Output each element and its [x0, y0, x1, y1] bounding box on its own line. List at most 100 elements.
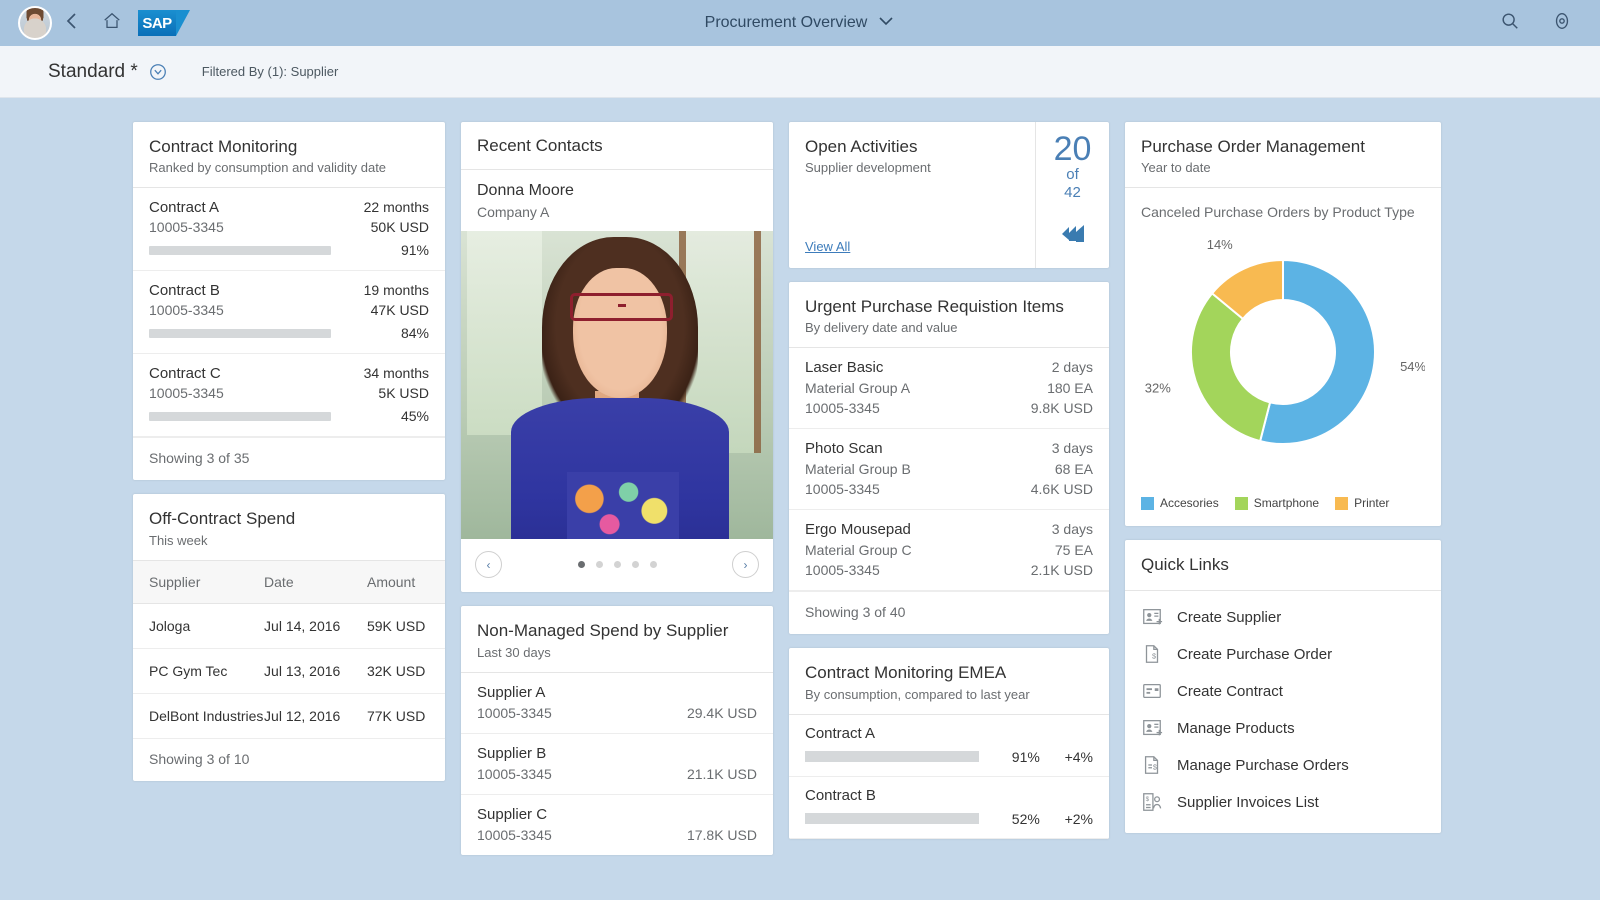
donut-slice[interactable] — [1190, 292, 1272, 443]
table-row[interactable]: Jologa Jul 14, 2016 59K USD — [133, 603, 445, 649]
contract-delta: +4% — [1064, 748, 1093, 765]
avatar[interactable] — [18, 6, 52, 40]
back-button[interactable] — [52, 3, 92, 43]
item-name: Laser Basic — [805, 359, 884, 377]
item-qty: 180 EA — [1047, 380, 1093, 397]
column-header-date[interactable]: Date — [264, 559, 367, 604]
card-icon — [1141, 680, 1163, 702]
donut-slice-label: 32% — [1145, 381, 1171, 396]
card-footer-count: Showing 3 of 10 — [149, 750, 250, 767]
quick-link-supplier-invoices-list[interactable]: $ Supplier Invoices List — [1125, 784, 1441, 821]
list-item[interactable]: Ergo Mousepad 3 days Material Group C 75… — [789, 510, 1109, 592]
view-all-link[interactable]: View All — [805, 239, 1019, 254]
table-row[interactable]: Contract A 22 months 10005-3345 50K USD … — [133, 188, 445, 272]
quick-link-create-purchase-order[interactable]: $ Create Purchase Order — [1125, 636, 1441, 673]
item-days: 2 days — [1051, 359, 1093, 376]
table-row[interactable]: Contract B 19 months 10005-3345 47K USD … — [133, 271, 445, 355]
assistant-button[interactable] — [1542, 3, 1582, 43]
card-recent-contacts[interactable]: Recent Contacts Donna Moore Company A ‹ — [461, 122, 773, 593]
quick-link-manage-purchase-orders[interactable]: $ Manage Purchase Orders — [1125, 747, 1441, 784]
variant-name[interactable]: Standard * — [48, 61, 138, 83]
filter-bar: Standard * Filtered By (1): Supplier — [0, 46, 1600, 98]
carousel-dots — [577, 561, 657, 569]
item-id: 10005-3345 — [805, 481, 880, 498]
chart-title: Canceled Purchase Orders by Product Type — [1141, 204, 1415, 221]
contact-company: Company A — [477, 204, 550, 221]
contract-duration: 22 months — [363, 199, 429, 216]
carousel-dot[interactable] — [613, 561, 621, 569]
contract-percent: 45% — [400, 408, 429, 425]
legend-item[interactable]: Accesories — [1141, 496, 1219, 510]
progress-bar — [149, 245, 331, 255]
list-item[interactable]: Supplier B 10005-3345 21.1K USD — [461, 734, 773, 795]
chevron-down-icon[interactable] — [877, 14, 895, 32]
carousel-dot[interactable] — [577, 561, 585, 569]
cell-supplier: DelBont Industries — [133, 693, 265, 739]
card-title: Purchase Order Management — [1141, 137, 1365, 156]
carousel-prev-button[interactable]: ‹ — [475, 551, 502, 579]
contract-percent: 52% — [1011, 810, 1040, 827]
contract-amount: 50K USD — [370, 219, 429, 236]
item-amount: 4.6K USD — [1030, 481, 1093, 498]
quick-link-create-supplier[interactable]: Create Supplier — [1125, 599, 1441, 636]
quick-link-label: Create Supplier — [1177, 608, 1282, 626]
card-title: Contract Monitoring — [149, 137, 298, 156]
column-2: Recent Contacts Donna Moore Company A ‹ — [461, 122, 773, 855]
table-row[interactable]: DelBont Industries Jul 12, 2016 77K USD — [133, 693, 445, 739]
legend-item[interactable]: Smartphone — [1234, 496, 1320, 511]
card-subtitle: Year to date — [1141, 160, 1211, 176]
donut-slice-label: 54% — [1400, 359, 1425, 374]
list-item[interactable]: Contract B 52% +2% — [789, 777, 1109, 839]
column-header-amount[interactable]: Amount — [366, 559, 445, 604]
assistant-icon — [1552, 11, 1572, 36]
card-off-contract-spend[interactable]: Off-Contract Spend This week Supplier Da… — [133, 494, 445, 781]
carousel-dot[interactable] — [595, 561, 603, 569]
activity-items-icon — [1058, 219, 1088, 254]
svg-text:$: $ — [1146, 796, 1150, 803]
list-item[interactable]: Supplier C 10005-3345 17.8K USD — [461, 795, 773, 855]
card-title: Urgent Purchase Requistion Items — [805, 297, 1064, 316]
card-contract-monitoring-emea[interactable]: Contract Monitoring EMEA By consumption,… — [789, 648, 1109, 839]
card-urgent-requisitions[interactable]: Urgent Purchase Requistion Items By deli… — [789, 282, 1109, 635]
table-row[interactable]: PC Gym Tec Jul 13, 2016 32K USD — [133, 648, 445, 694]
card-header: Urgent Purchase Requistion Items By deli… — [789, 282, 1109, 349]
column-header-supplier[interactable]: Supplier — [133, 559, 265, 604]
carousel-next-button[interactable]: › — [732, 551, 759, 579]
donut-chart[interactable]: 54% 32% 14% — [1141, 226, 1427, 484]
filtered-by-label[interactable]: Filtered By (1): Supplier — [202, 64, 339, 79]
item-days: 3 days — [1051, 440, 1093, 457]
card-header: Recent Contacts — [461, 122, 773, 171]
search-button[interactable] — [1490, 3, 1530, 43]
item-group: Material Group B — [805, 461, 911, 478]
home-button[interactable] — [92, 3, 132, 43]
list-item[interactable]: Contract A 91% +4% — [789, 715, 1109, 777]
table-row[interactable]: Contract C 34 months 10005-3345 5K USD 4… — [133, 354, 445, 438]
card-quick-links[interactable]: Quick Links Create Supplier $ Create Pur… — [1125, 540, 1441, 833]
card-header: Contract Monitoring EMEA By consumption,… — [789, 648, 1109, 715]
quick-link-manage-products[interactable]: Manage Products — [1125, 710, 1441, 747]
column-3: Open Activities Supplier development Vie… — [789, 122, 1109, 839]
supplier-amount: 21.1K USD — [686, 765, 757, 782]
list-dollar-icon: $ — [1141, 754, 1163, 776]
cell-amount: 32K USD — [366, 648, 445, 694]
variant-chevron-down-icon[interactable] — [148, 62, 168, 82]
carousel-dot[interactable] — [631, 561, 639, 569]
card-open-activities[interactable]: Open Activities Supplier development Vie… — [789, 122, 1109, 268]
list-item[interactable]: Photo Scan 3 days Material Group B 68 EA… — [789, 429, 1109, 511]
chart-legend: Accesories Smartphone Printer — [1125, 494, 1441, 526]
card-footer-count: Showing 3 of 40 — [789, 591, 1109, 634]
card-non-managed-spend[interactable]: Non-Managed Spend by Supplier Last 30 da… — [461, 606, 773, 855]
card-title: Off-Contract Spend — [149, 509, 296, 529]
quick-link-create-contract[interactable]: Create Contract — [1125, 673, 1441, 710]
carousel-dot[interactable] — [649, 561, 657, 569]
kpi-value: 20 — [1053, 130, 1092, 168]
legend-item[interactable]: Printer — [1335, 496, 1389, 510]
list-item[interactable]: Supplier A 10005-3345 29.4K USD — [461, 673, 773, 734]
contract-name: Contract A — [805, 724, 876, 742]
list-item[interactable]: Laser Basic 2 days Material Group A 180 … — [789, 348, 1109, 430]
contract-percent: 84% — [400, 325, 429, 342]
sap-logo[interactable]: SAP — [138, 10, 190, 36]
legend-label: Smartphone — [1253, 496, 1320, 511]
card-purchase-order-management[interactable]: Purchase Order Management Year to date C… — [1125, 122, 1441, 527]
card-contract-monitoring[interactable]: Contract Monitoring Ranked by consumptio… — [133, 122, 445, 481]
